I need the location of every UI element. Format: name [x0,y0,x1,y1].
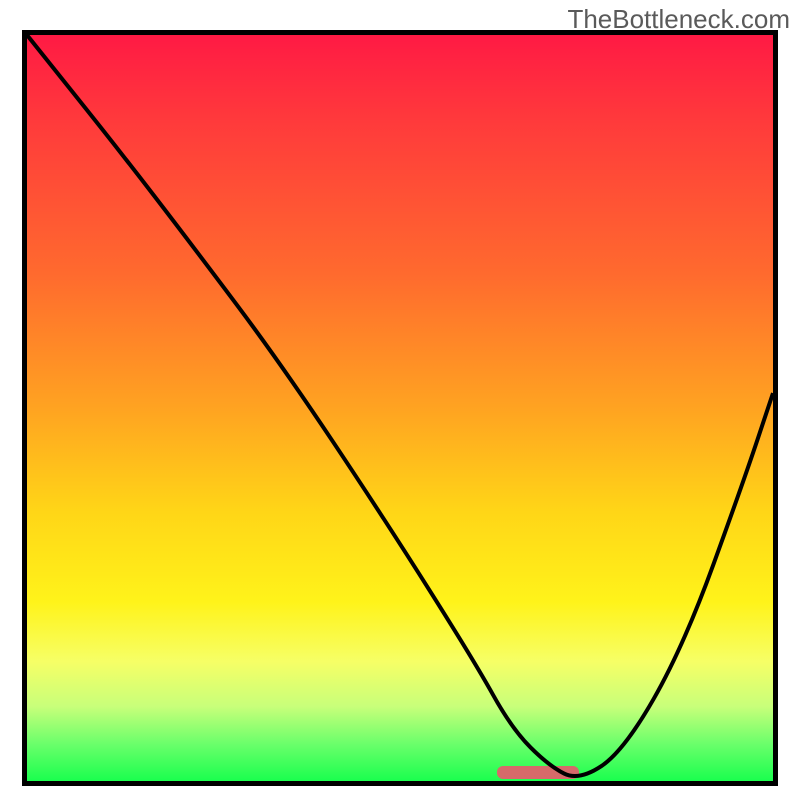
root: TheBottleneck.com [0,0,800,800]
chart-background-gradient [27,35,773,781]
optimal-marker [497,766,579,779]
chart-area [22,30,778,786]
watermark-text: TheBottleneck.com [567,4,790,35]
